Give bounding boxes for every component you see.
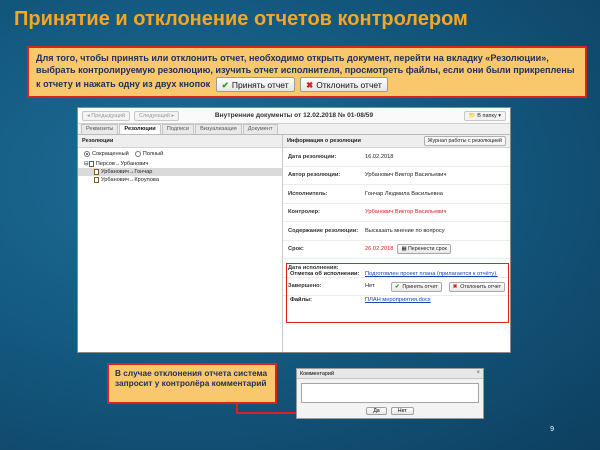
tab-document[interactable]: Документ — [242, 124, 278, 134]
resolution-info-header: Информация о резолюции Журнал работы с р… — [283, 135, 510, 148]
field-controller: Контролер: Урбанович Виктор Васильевич — [283, 204, 510, 222]
report-text: Подготовлен проект плана (прилагается к … — [365, 271, 498, 277]
instruction-note: Для того, чтобы принять или отклонить от… — [27, 46, 587, 98]
resolution-info-pane: Информация о резолюции Журнал работы с р… — [283, 135, 510, 352]
radio-full[interactable] — [134, 151, 141, 157]
tree-item-selected[interactable]: Урбанович→Гончар — [78, 168, 282, 176]
tab-visualization[interactable]: Визуализация — [195, 124, 242, 134]
no-button[interactable]: Нет — [390, 407, 414, 415]
journal-button[interactable]: Журнал работы с резолюцией — [423, 136, 506, 146]
tree-item[interactable]: Урбанович→Кроулова — [78, 176, 282, 184]
cross-icon: ✖ — [452, 284, 458, 290]
page-number: 9 — [550, 426, 554, 433]
tab-signatures[interactable]: Подписи — [161, 124, 195, 134]
document-tabs: Реквизиты Резолюции Подписи Визуализация… — [78, 124, 510, 135]
folder-icon: 📁 — [468, 112, 478, 119]
check-icon: ✔ — [394, 284, 400, 290]
radio-short[interactable] — [84, 151, 90, 157]
yes-button[interactable]: Да — [366, 407, 387, 415]
tree-item-root[interactable]: ⊟ Персов→Урбанович — [78, 160, 282, 168]
tab-requisites[interactable]: Реквизиты — [81, 124, 119, 134]
extend-deadline-button[interactable]: ▦ Перенести срок — [397, 244, 451, 255]
field-content: Содержание резолюции: Высказать мнение по… — [283, 222, 510, 241]
dialog-actions: Да Нет — [297, 407, 483, 415]
report-actions: ✔ Принять отчет ✖ Отклонить отчет — [287, 277, 508, 292]
field-author: Автор резолюции: Урбанович Виктор Василье… — [283, 167, 510, 185]
report-highlight: Отметка об исполнении: Подготовлен проек… — [286, 263, 509, 323]
field-deadline: Срок: 26.02.2018 ▦ Перенести срок — [283, 241, 510, 259]
document-icon — [94, 177, 99, 183]
reject-report-small-button[interactable]: ✖ Отклонить отчет — [448, 282, 505, 292]
radio-short-label: Сокращенный — [92, 151, 129, 157]
radio-full-label: Полный — [142, 151, 164, 157]
resolutions-header: Резолюции — [78, 135, 282, 148]
report-row: Отметка об исполнении: Подготовлен проек… — [290, 271, 498, 277]
comment-textarea[interactable] — [301, 383, 479, 403]
resolutions-pane: Резолюции Сокращенный Полный ⊟ Персов→Урб… — [78, 135, 283, 352]
chevron-down-icon: ▾ — [496, 112, 501, 119]
reject-report-button[interactable]: ✖ Отклонить отчет — [300, 76, 388, 92]
cross-icon: ✖ — [306, 79, 314, 90]
document-icon — [94, 169, 99, 175]
accept-report-small-button[interactable]: ✔ Принять отчет — [390, 282, 442, 292]
file-link[interactable]: ПЛАН мероприятия.docx — [365, 297, 431, 303]
document-toolbar: ◂ Предыдущий Следующий ▸ Внутренние доку… — [78, 108, 510, 124]
field-executor: Исполнитель: Гончар Людмила Васильевна — [283, 185, 510, 204]
accept-report-button[interactable]: ✔ Принять отчет — [215, 76, 295, 92]
to-folder-button[interactable]: 📁 В папку ▾ — [463, 110, 506, 121]
comment-dialog: Комментарий × Да Нет — [296, 368, 484, 419]
files-row: Файлы: ПЛАН мероприятия.docx — [290, 297, 431, 303]
field-date: Дата резолюции: 16.02.2018 — [283, 148, 510, 167]
view-mode-radios: Сокращенный Полный — [78, 148, 282, 160]
slide-title: Принятие и отклонение отчетов контролеро… — [14, 8, 468, 30]
document-window: ◂ Предыдущий Следующий ▸ Внутренние доку… — [77, 107, 511, 353]
close-icon[interactable]: × — [476, 370, 480, 376]
document-title: Внутренние документы от 12.02.2018 № 01-… — [214, 112, 374, 119]
connector-line — [236, 412, 298, 414]
dialog-header: Комментарий × — [297, 369, 483, 379]
tab-resolutions[interactable]: Резолюции — [119, 124, 161, 134]
document-icon — [88, 161, 94, 167]
check-icon: ✔ — [221, 79, 229, 90]
content-panes: Резолюции Сокращенный Полный ⊟ Персов→Урб… — [78, 135, 510, 352]
rejection-note: В случае отклонения отчета система запро… — [107, 363, 277, 404]
